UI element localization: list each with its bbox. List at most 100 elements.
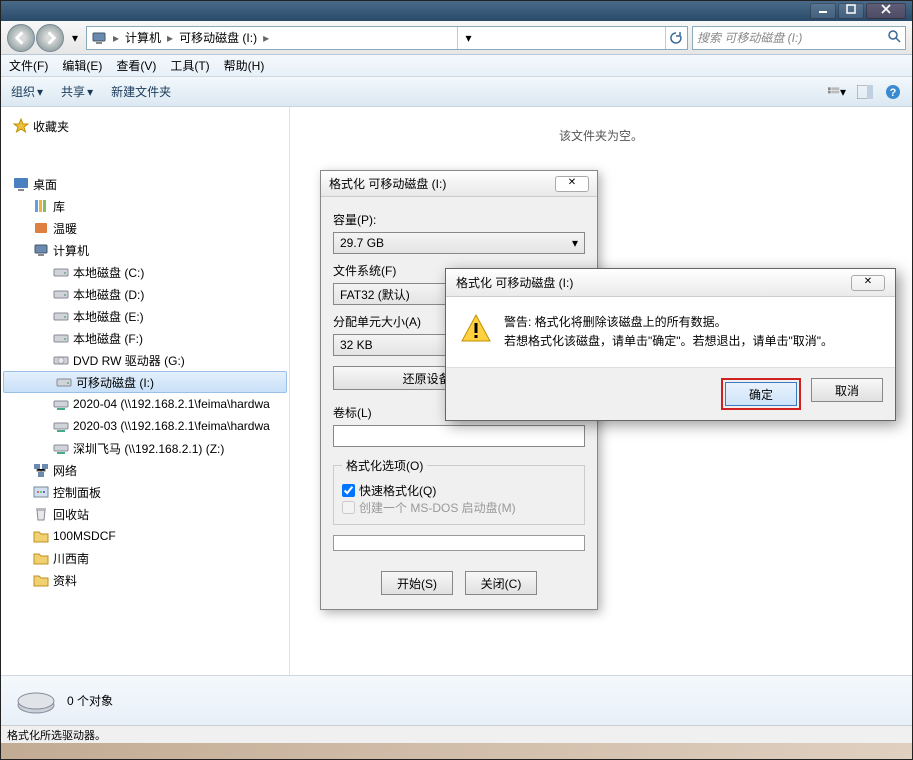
menu-tools[interactable]: 工具(T) — [170, 57, 209, 74]
ok-button[interactable]: 确定 — [725, 382, 797, 406]
tree-item-label: 控制面板 — [53, 484, 101, 501]
quick-format-checkbox[interactable]: 快速格式化(Q) — [342, 482, 576, 499]
tree-item[interactable]: 100MSDCF — [1, 525, 289, 547]
tree-item-label: 本地磁盘 (D:) — [73, 286, 144, 303]
menu-edit[interactable]: 编辑(E) — [62, 57, 102, 74]
tree-item[interactable]: 2020-04 (\\192.168.2.1\feima\hardwa — [1, 393, 289, 415]
menu-view[interactable]: 查看(V) — [116, 57, 156, 74]
tree-item[interactable]: 本地磁盘 (C:) — [1, 261, 289, 283]
cpanel-icon — [33, 484, 49, 500]
tree-item-label: 100MSDCF — [53, 529, 116, 543]
recycle-icon — [33, 506, 49, 522]
tree-item-label: 可移动磁盘 (I:) — [76, 374, 154, 391]
status-bar: 0 个对象 — [1, 675, 912, 725]
warning-dialog-title: 格式化 可移动磁盘 (I:) — [456, 274, 573, 291]
search-placeholder: 搜索 可移动磁盘 (I:) — [697, 29, 802, 46]
preview-pane-button[interactable] — [856, 83, 874, 101]
tree-item[interactable]: 本地磁盘 (D:) — [1, 283, 289, 305]
cancel-button[interactable]: 取消 — [811, 378, 883, 402]
forward-button[interactable] — [36, 24, 64, 52]
footer-status: 格式化所选驱动器。 — [1, 725, 912, 743]
search-input[interactable]: 搜索 可移动磁盘 (I:) — [692, 26, 906, 50]
lib-icon — [33, 198, 49, 214]
computer-icon — [33, 242, 49, 258]
minimize-button[interactable] — [810, 3, 836, 19]
address-dropdown[interactable]: ▾ — [457, 27, 479, 49]
tree-item[interactable]: 可移动磁盘 (I:) — [3, 371, 287, 393]
warning-text: 警告: 格式化将删除该磁盘上的所有数据。 若想格式化该磁盘，请单击"确定"。若想… — [504, 313, 833, 351]
tree-item[interactable]: 控制面板 — [1, 481, 289, 503]
format-options-group: 格式化选项(O) 快速格式化(Q) 创建一个 MS-DOS 启动盘(M) — [333, 457, 585, 525]
view-mode-button[interactable]: ▾ — [828, 83, 846, 101]
capacity-label: 容量(P): — [333, 211, 585, 228]
tree-item[interactable]: 本地磁盘 (F:) — [1, 327, 289, 349]
help-button[interactable]: ? — [884, 83, 902, 101]
netdrv-icon — [53, 396, 69, 412]
ok-highlight: 确定 — [721, 378, 801, 410]
tree-item-label: 收藏夹 — [33, 118, 69, 135]
history-dropdown[interactable]: ▾ — [68, 24, 82, 52]
tree-item[interactable]: 川西南 — [1, 547, 289, 569]
close-button[interactable] — [866, 3, 906, 19]
netdrv-icon — [53, 418, 69, 434]
tree-item-label: 计算机 — [53, 242, 89, 259]
svg-text:?: ? — [890, 87, 897, 99]
menu-help[interactable]: 帮助(H) — [224, 57, 265, 74]
address-bar[interactable]: ▸ 计算机 ▸ 可移动磁盘 (I:) ▸ ▾ — [86, 26, 688, 50]
tree-item-label: 本地磁盘 (F:) — [73, 330, 143, 347]
breadcrumb-sep: ▸ — [111, 31, 121, 45]
tree-item[interactable]: 桌面 — [1, 173, 289, 195]
window-titlebar — [1, 1, 912, 21]
share-button[interactable]: 共享 ▾ — [61, 83, 93, 100]
newfolder-button[interactable]: 新建文件夹 — [111, 83, 171, 100]
drive-icon — [53, 308, 69, 324]
format-dialog-title: 格式化 可移动磁盘 (I:) — [329, 175, 446, 192]
tree-item[interactable]: 计算机 — [1, 239, 289, 261]
back-button[interactable] — [7, 24, 35, 52]
breadcrumb-sep: ▸ — [165, 31, 175, 45]
tree-item-label: 川西南 — [53, 550, 89, 567]
tree-item-label: 温暖 — [53, 220, 77, 237]
tree-item[interactable] — [1, 151, 289, 173]
drive-icon — [53, 286, 69, 302]
format-options-legend: 格式化选项(O) — [342, 457, 427, 474]
footer-text: 格式化所选驱动器。 — [7, 727, 106, 743]
tree-item[interactable]: 资料 — [1, 569, 289, 591]
breadcrumb-segment[interactable]: 可移动磁盘 (I:) — [175, 27, 261, 49]
warning-dialog-close-button[interactable]: ✕ — [851, 275, 885, 291]
warning-dialog-titlebar[interactable]: 格式化 可移动磁盘 (I:) ✕ — [446, 269, 895, 297]
start-button[interactable]: 开始(S) — [381, 571, 453, 595]
tree-item-label: DVD RW 驱动器 (G:) — [73, 352, 185, 369]
empty-folder-message: 该文件夹为空。 — [559, 127, 643, 144]
tree-item[interactable]: 网络 — [1, 459, 289, 481]
breadcrumb-segment[interactable]: 计算机 — [121, 27, 165, 49]
refresh-button[interactable] — [665, 27, 687, 49]
close-format-button[interactable]: 关闭(C) — [465, 571, 537, 595]
tree-item[interactable]: 2020-03 (\\192.168.2.1\feima\hardwa — [1, 415, 289, 437]
tree-item[interactable]: DVD RW 驱动器 (G:) — [1, 349, 289, 371]
tree-item[interactable]: 收藏夹 — [1, 115, 289, 137]
drive-icon — [53, 264, 69, 280]
tree-item-label: 本地磁盘 (C:) — [73, 264, 144, 281]
tree-item-label: 2020-04 (\\192.168.2.1\feima\hardwa — [73, 397, 270, 411]
tree-item[interactable]: 回收站 — [1, 503, 289, 525]
nav-tree: 收藏夹桌面库温暖计算机本地磁盘 (C:) 本地磁盘 (D:) 本地磁盘 (E:) 本地… — [1, 107, 290, 675]
maximize-button[interactable] — [838, 3, 864, 19]
tree-item-label: 库 — [53, 198, 65, 215]
capacity-combo[interactable]: 29.7 GB▾ — [333, 232, 585, 254]
tree-item[interactable]: 库 — [1, 195, 289, 217]
tree-item[interactable]: 温暖 — [1, 217, 289, 239]
netdrv-icon — [53, 440, 69, 456]
folder-icon — [33, 528, 49, 544]
organize-button[interactable]: 组织 ▾ — [11, 83, 43, 100]
tree-item-label: 桌面 — [33, 176, 57, 193]
folder-icon — [33, 572, 49, 588]
menu-file[interactable]: 文件(F) — [9, 57, 48, 74]
computer-icon — [87, 27, 111, 49]
volume-input[interactable] — [333, 425, 585, 447]
tree-item[interactable]: 本地磁盘 (E:) — [1, 305, 289, 327]
warning-icon — [460, 313, 492, 345]
format-dialog-close-button[interactable]: ✕ — [555, 176, 589, 192]
tree-item[interactable]: 深圳飞马 (\\192.168.2.1) (Z:) — [1, 437, 289, 459]
format-dialog-titlebar[interactable]: 格式化 可移动磁盘 (I:) ✕ — [321, 171, 597, 197]
